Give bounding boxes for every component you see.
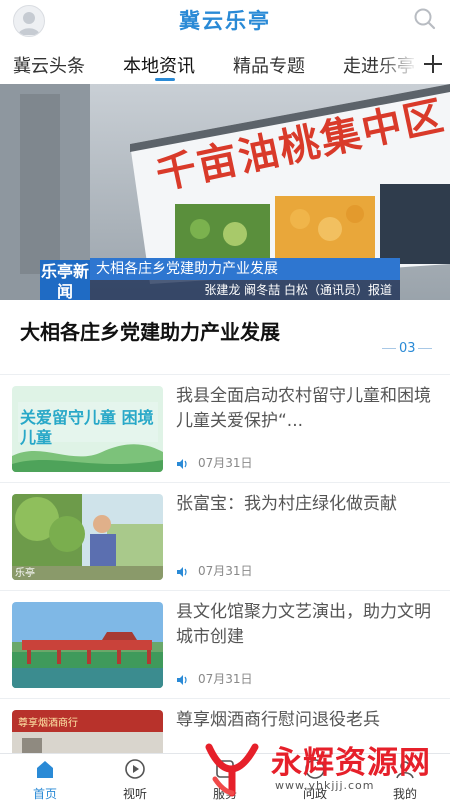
nav-label: 首页 (32, 787, 57, 801)
news-title[interactable]: 县文化馆聚力文艺演出，助力文明城市创建 (176, 600, 438, 650)
list-item[interactable]: 乐亭 张富宝：我为村庄绿化做贡献 07月31日 (0, 482, 450, 591)
top-bar: 冀云乐亭 (0, 0, 450, 40)
watermark-title: 永辉资源网 (271, 745, 431, 781)
thumbnail-caption: 关爱留守儿童 困境儿童 (20, 408, 154, 447)
watermark-logo (205, 743, 259, 797)
channel-tabs: 冀云头条 本地资讯 精品专题 走进乐亭 (0, 44, 450, 85)
speaker-icon[interactable] (176, 674, 188, 686)
nav-audiovisual[interactable]: 视听 (105, 758, 165, 802)
home-icon (37, 761, 53, 778)
thumbnail-caption: 乐亭 (15, 568, 35, 579)
news-ticker-credit: 张建龙 阚冬喆 白松（通讯员）报道 (90, 280, 400, 300)
tab-jiyun-headlines[interactable]: 冀云头条 (13, 52, 85, 78)
indicator-line-left (382, 348, 396, 349)
list-item[interactable]: 关爱留守儿童 困境儿童 我县全面启动农村留守儿童和困境儿童关爱保护“... 07… (0, 374, 450, 483)
slide-index: 03 (399, 341, 416, 356)
tab-local-news[interactable]: 本地资讯 (123, 52, 195, 78)
plus-icon[interactable] (416, 44, 450, 84)
news-thumbnail: 关爱留守儿童 困境儿童 (12, 386, 163, 472)
thumbnail-caption: 尊享烟酒商行 (18, 718, 78, 729)
featured-banner[interactable]: 千亩油桃集中区 乐亭新闻 大相各庄乡党建助力产业发展 张建龙 阚冬喆 白松（通讯… (0, 84, 450, 300)
app-title: 冀云乐亭 (179, 9, 271, 33)
play-icon (125, 759, 145, 779)
speaker-icon[interactable] (176, 566, 188, 578)
nav-home[interactable]: 首页 (15, 758, 75, 802)
watermark: 永辉资源网 www.yhkjjj.com (203, 737, 443, 797)
news-date: 07月31日 (198, 456, 253, 470)
speaker-icon[interactable] (176, 458, 188, 470)
list-item[interactable]: 县文化馆聚力文艺演出，助力文明城市创建 07月31日 (0, 590, 450, 699)
active-tab-indicator (155, 78, 175, 81)
nav-label: 视听 (122, 787, 147, 801)
news-ticker-title: 大相各庄乡党建助力产业发展 (90, 258, 400, 280)
tab-fade (378, 44, 418, 84)
tab-featured-topics[interactable]: 精品专题 (233, 52, 305, 78)
news-title[interactable]: 尊享烟酒商行慰问退役老兵 (176, 708, 438, 733)
news-title[interactable]: 我县全面启动农村留守儿童和困境儿童关爱保护“... (176, 384, 438, 434)
news-thumbnail: 乐亭 (12, 494, 163, 580)
indicator-line-right (418, 348, 432, 349)
news-thumbnail (12, 602, 163, 688)
news-title[interactable]: 张富宝：我为村庄绿化做贡献 (176, 492, 438, 517)
search-icon[interactable] (412, 6, 438, 32)
banner-caption[interactable]: 大相各庄乡党建助力产业发展 03 (0, 300, 450, 374)
news-date: 07月31日 (198, 672, 253, 686)
watermark-url: www.yhkjjj.com (275, 779, 375, 792)
news-date: 07月31日 (198, 564, 253, 578)
news-logo: 乐亭新闻 (40, 260, 90, 300)
banner-headline[interactable]: 大相各庄乡党建助力产业发展 (20, 316, 280, 345)
slide-indicator: 03 (382, 341, 432, 356)
